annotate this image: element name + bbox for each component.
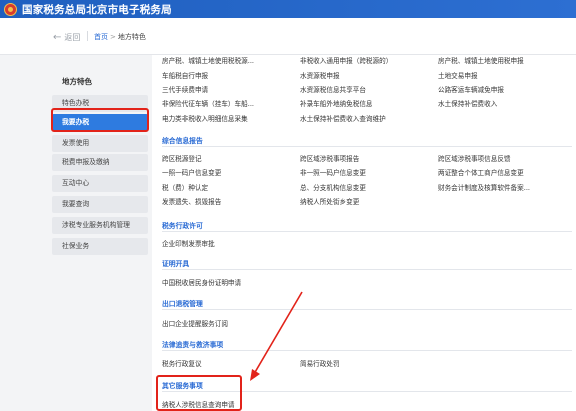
service-link[interactable]: 两证整合个体工商户信息变更 — [438, 167, 524, 177]
service-link[interactable]: 补录车船外地纳免税信息 — [300, 98, 373, 108]
back-button[interactable]: ← 返回 — [53, 32, 80, 43]
service-link[interactable]: 总、分支机构信息变更 — [300, 182, 366, 192]
sidebar-item-featured[interactable]: 特色办税 — [52, 95, 148, 112]
section-title: 证明开具 — [162, 260, 190, 268]
main-content: 房产税、城镇土地使用税税源... 非税收入通用申报（跨税源的） 房产税、城镇土地… — [152, 55, 576, 411]
section-title: 出口退税管理 — [162, 300, 203, 308]
section-divider — [162, 231, 572, 232]
service-link[interactable]: 电力类非税收入明细信息采集 — [162, 113, 248, 123]
service-link[interactable]: 房产税、城镇土地使用税税源... — [162, 55, 254, 65]
section-divider — [162, 309, 572, 310]
service-link[interactable]: 出口企业提醒服务订阅 — [162, 318, 228, 328]
sidebar-item-declare-pay[interactable]: 税费申报及缴纳 — [52, 154, 148, 171]
service-link[interactable]: 中国税收居民身份证明申请 — [162, 277, 241, 287]
service-link[interactable]: 企业印制发票审批 — [162, 238, 215, 248]
back-label: 返回 — [64, 33, 81, 42]
service-link[interactable]: 跨区域涉税事项信息反馈 — [438, 153, 511, 163]
service-link[interactable]: 一照一码户信息变更 — [162, 167, 221, 177]
service-link[interactable]: 土地交易申报 — [438, 70, 478, 80]
breadcrumb: 首页 > 地方特色 — [94, 32, 146, 42]
service-link[interactable]: 水资源税信息共享平台 — [300, 84, 366, 94]
tax-emblem-icon — [4, 2, 17, 16]
service-link[interactable]: 简易行政处罚 — [300, 358, 340, 368]
service-link[interactable]: 房产税、城镇土地使用税申报 — [438, 55, 524, 65]
sidebar-title: 地方特色 — [62, 77, 92, 86]
service-link[interactable]: 税（费）种认定 — [162, 182, 208, 192]
breadcrumb-bar: ← 返回 首页 > 地方特色 — [0, 18, 576, 55]
service-link[interactable]: 非税收入通用申报（跨税源的） — [300, 55, 392, 65]
service-link[interactable]: 非保险代征车辆（挂车）车船... — [162, 98, 254, 108]
service-link[interactable]: 跨区域涉税事项报告 — [300, 153, 359, 163]
service-link[interactable]: 车船税自行申报 — [162, 70, 208, 80]
service-link[interactable]: 三代手续费申请 — [162, 84, 208, 94]
site-title: 国家税务总局北京市电子税务局 — [22, 3, 172, 16]
sidebar-item-do-tax[interactable]: 我要办税 — [52, 114, 148, 131]
service-link-taxpayer-info-query[interactable]: 纳税人涉税信息查询申请 — [162, 399, 235, 409]
sidebar: 地方特色 特色办税 我要办税 发票使用 税费申报及缴纳 互动中心 我要查询 涉税… — [50, 55, 150, 411]
service-link[interactable]: 水土保持补偿费收入查询维护 — [300, 113, 386, 123]
sidebar-item-agency[interactable]: 涉税专业服务机构管理 — [52, 217, 148, 234]
breadcrumb-separator: > — [110, 33, 116, 41]
arrow-left-icon: ← — [53, 32, 62, 43]
section-title: 其它服务事项 — [162, 382, 203, 390]
section-title: 综合信息报告 — [162, 137, 203, 145]
section-divider — [162, 269, 572, 270]
divider — [87, 31, 88, 41]
sidebar-item-invoice[interactable]: 发票使用 — [52, 135, 148, 152]
sidebar-item-query[interactable]: 我要查询 — [52, 196, 148, 213]
sidebar-item-interaction[interactable]: 互动中心 — [52, 175, 148, 192]
service-link[interactable]: 发票遗失、损毁报告 — [162, 196, 221, 206]
top-header: 国家税务总局北京市电子税务局 — [0, 0, 576, 18]
breadcrumb-home-link[interactable]: 首页 — [94, 33, 108, 41]
section-divider — [162, 146, 572, 147]
section-divider — [162, 391, 572, 392]
breadcrumb-current: 地方特色 — [117, 33, 146, 41]
service-link[interactable]: 水土保持补偿费收入 — [438, 98, 497, 108]
section-title: 税务行政许可 — [162, 222, 203, 230]
service-link[interactable]: 非一照一码户信息变更 — [300, 167, 366, 177]
service-link[interactable]: 纳税人所处街乡变更 — [300, 196, 359, 206]
service-link[interactable]: 公路客运车辆减免申报 — [438, 84, 504, 94]
sidebar-item-social-security[interactable]: 社保业务 — [52, 238, 148, 255]
service-link[interactable]: 财务会计制度及核算软件备案... — [438, 182, 530, 192]
section-divider — [162, 350, 572, 351]
service-link[interactable]: 水资源税申报 — [300, 70, 340, 80]
service-link[interactable]: 税务行政复议 — [162, 358, 202, 368]
service-link[interactable]: 跨区税源登记 — [162, 153, 202, 163]
section-title: 法律追责与救济事项 — [162, 341, 224, 349]
